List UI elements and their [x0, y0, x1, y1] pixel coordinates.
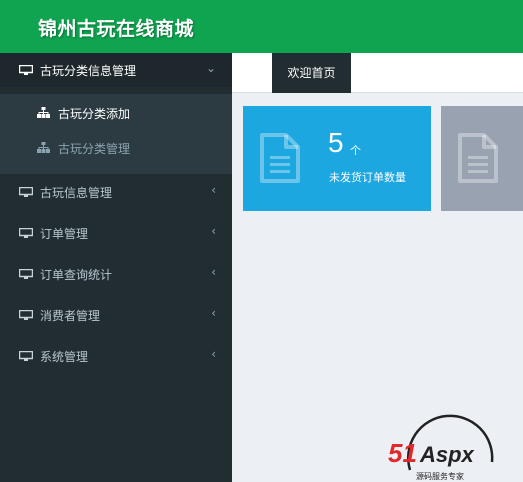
sidebar-item-label: 消费者管理 — [40, 309, 101, 323]
chevron-left-icon: ‹ — [211, 347, 216, 361]
sidebar-item-label: 订单查询统计 — [40, 268, 113, 282]
monitor-icon — [19, 269, 33, 279]
sidebar-subitem-label: 古玩分类添加 — [58, 107, 131, 121]
sidebar-item-label: 古玩信息管理 — [40, 186, 113, 200]
stat-card-secondary[interactable] — [441, 106, 523, 211]
tab-bar: 欢迎首页 — [232, 53, 523, 93]
chevron-down-icon: ⌄ — [205, 61, 216, 75]
chevron-left-icon: ‹ — [211, 224, 216, 238]
sidebar-item-order-stats[interactable]: 订单查询统计 ‹ — [0, 257, 232, 291]
stat-count: 5 — [328, 127, 344, 158]
sitemap-icon — [37, 107, 50, 118]
app-header: 锦州古玩在线商城 — [0, 0, 523, 53]
tab-welcome-home[interactable]: 欢迎首页 — [272, 53, 351, 93]
document-icon — [458, 133, 498, 183]
sidebar: 古玩分类信息管理 ⌄ 古玩分类添加 古玩分类管理 古玩信息管理 ‹ 订单管理 ‹… — [0, 53, 232, 482]
monitor-icon — [19, 228, 33, 238]
app-title: 锦州古玩在线商城 — [38, 18, 195, 40]
sidebar-item-system[interactable]: 系统管理 ‹ — [0, 339, 232, 373]
sidebar-item-consumers[interactable]: 消费者管理 ‹ — [0, 298, 232, 332]
monitor-icon — [19, 65, 33, 75]
watermark-logo: 51 Aspx 源码服务专家 — [388, 414, 494, 481]
sidebar-subitem-add-category[interactable]: 古玩分类添加 — [0, 98, 232, 128]
sidebar-item-label: 系统管理 — [40, 350, 89, 364]
watermark-brand-part1: 51 — [388, 438, 417, 468]
sidebar-item-label: 订单管理 — [40, 227, 89, 241]
sidebar-item-antique-category[interactable]: 古玩分类信息管理 ⌄ — [0, 53, 232, 87]
sidebar-subitem-label: 古玩分类管理 — [58, 142, 131, 156]
chevron-left-icon: ‹ — [211, 183, 216, 197]
monitor-icon — [19, 351, 33, 361]
stat-card-unshipped-orders[interactable]: 5 个 未发货订单数量 — [243, 106, 431, 211]
sidebar-item-orders[interactable]: 订单管理 ‹ — [0, 216, 232, 250]
chevron-left-icon: ‹ — [211, 265, 216, 279]
stat-description: 未发货订单数量 — [329, 171, 406, 184]
sitemap-icon — [37, 142, 50, 153]
monitor-icon — [19, 187, 33, 197]
watermark-brand-part2: Aspx — [419, 442, 475, 467]
chevron-left-icon: ‹ — [211, 306, 216, 320]
stat-unit: 个 — [350, 144, 361, 157]
sidebar-item-label: 古玩分类信息管理 — [40, 64, 137, 78]
document-icon — [260, 133, 300, 183]
watermark-tagline: 源码服务专家 — [416, 471, 464, 481]
sidebar-item-antique-info[interactable]: 古玩信息管理 ‹ — [0, 175, 232, 209]
monitor-icon — [19, 310, 33, 320]
sidebar-subitem-manage-category[interactable]: 古玩分类管理 — [0, 133, 232, 163]
submenu-antique-category: 古玩分类添加 古玩分类管理 — [0, 94, 232, 174]
